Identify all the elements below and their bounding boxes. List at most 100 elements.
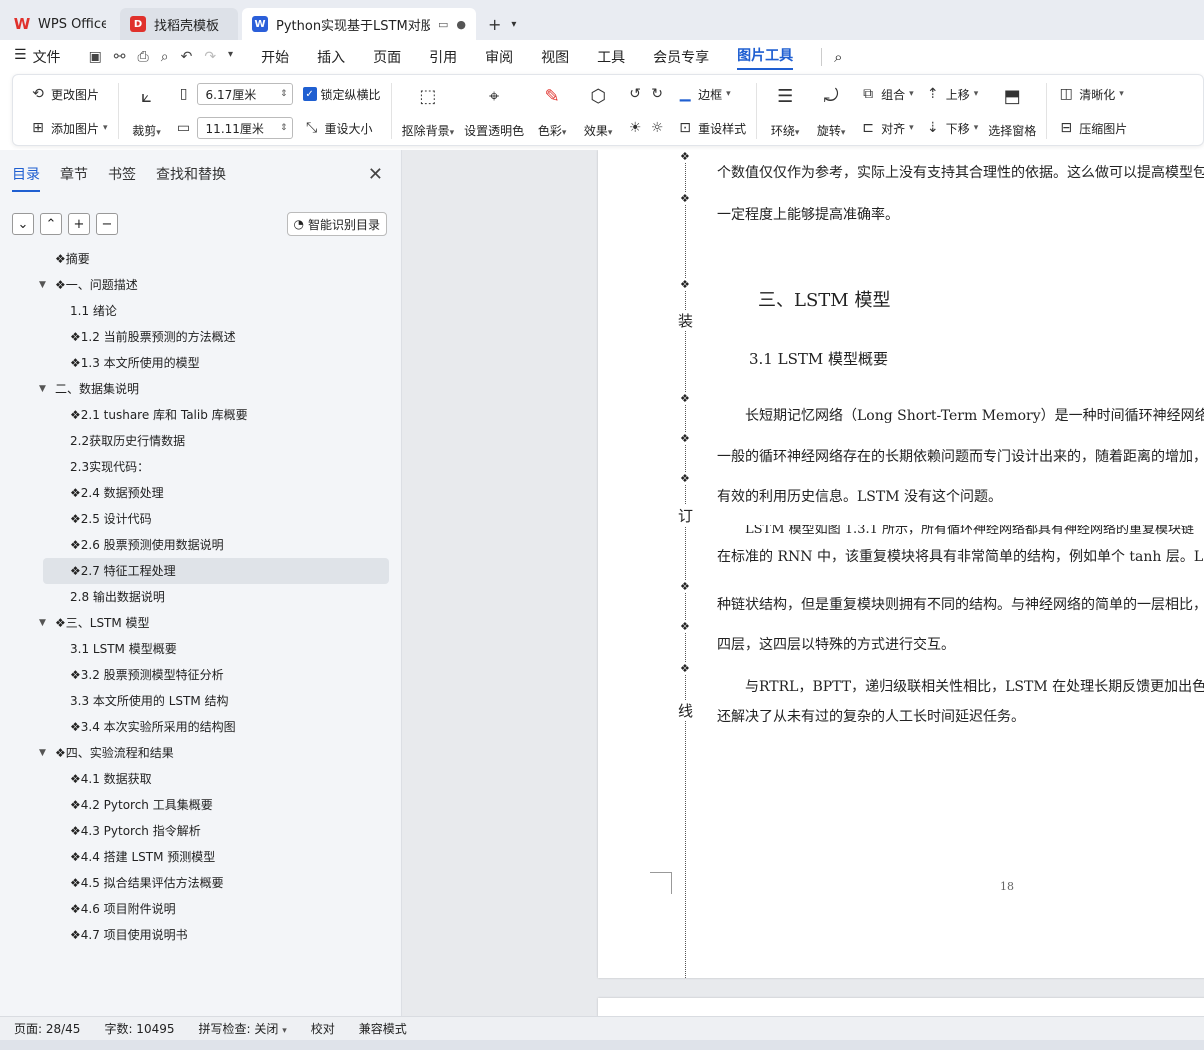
print-preview-icon[interactable]: ⌕ xyxy=(161,49,169,65)
reset-size-button[interactable]: ⤡ 重设大小 xyxy=(303,117,381,139)
tab-toc[interactable]: 目录 xyxy=(12,164,40,192)
text-line[interactable]: 还解决了从未有过的复杂的人工长时间延迟任务。 xyxy=(717,706,1025,726)
send-backward-button[interactable]: ⇣ 下移 ▾ xyxy=(924,117,978,139)
bring-forward-button[interactable]: ⇡ 上移 ▾ xyxy=(924,83,978,105)
search-icon[interactable]: ⌕ xyxy=(834,48,842,66)
toc-item[interactable]: ❖3.2 股票预测模型特征分析 xyxy=(0,662,402,688)
toc-item[interactable]: ❖4.4 搭建 LSTM 预测模型 xyxy=(0,844,402,870)
toc-item[interactable]: ❖2.1 tushare 库和 Talib 库概要 xyxy=(0,402,402,428)
chevron-down-icon[interactable]: ▾ xyxy=(228,49,233,65)
color-button[interactable]: ✎ 色彩▾ xyxy=(534,83,570,139)
tab-wps-office[interactable]: W WPS Office xyxy=(4,8,116,40)
toc-item[interactable]: 2.3实现代码： xyxy=(0,454,402,480)
brightness-down-icon[interactable]: ☼ xyxy=(648,119,666,137)
menu-page[interactable]: 页面 xyxy=(373,47,401,67)
next-page[interactable] xyxy=(598,998,1204,1016)
toc-item[interactable]: ❖1.3 本文所使用的模型 xyxy=(0,350,402,376)
toc-item[interactable]: 3.1 LSTM 模型概要 xyxy=(0,636,402,662)
toc-item[interactable]: ❖摘要 xyxy=(0,246,402,272)
text-line[interactable]: 一定程度上能够提高准确率。 xyxy=(717,204,899,224)
sharpen-button[interactable]: ◫ 清晰化 ▾ xyxy=(1057,83,1127,105)
toc-item[interactable]: ▼ 二、数据集说明 xyxy=(0,376,402,402)
share-link-icon[interactable]: ⚯ xyxy=(114,49,126,65)
menu-home[interactable]: 开始 xyxy=(261,47,289,67)
collapse-arrow-icon[interactable]: ▼ xyxy=(39,610,46,636)
rotate-right-icon[interactable]: ↻ xyxy=(648,85,666,103)
collapse-arrow-icon[interactable]: ▼ xyxy=(39,272,46,298)
tab-find-replace[interactable]: 查找和替换 xyxy=(156,164,226,192)
toc-item[interactable]: ▼ ❖三、LSTM 模型 xyxy=(0,610,402,636)
save-icon[interactable]: ▣ xyxy=(89,49,102,65)
wrap-button[interactable]: ☰ 环绕▾ xyxy=(767,83,803,139)
text-line[interactable]: 一般的循环神经网络存在的长期依赖问题而专门设计出来的，随着距离的增加，R xyxy=(717,446,1204,466)
expand-down-icon[interactable]: ⌄ xyxy=(12,213,34,235)
menu-picture-tools[interactable]: 图片工具 xyxy=(737,45,794,70)
set-transparent-button[interactable]: ⌖ 设置透明色 xyxy=(464,83,524,139)
lock-ratio-checkbox[interactable]: ✓ 锁定纵横比 xyxy=(302,83,381,105)
height-input[interactable]: 6.17厘米 ⇕ xyxy=(196,83,293,105)
border-button[interactable]: ▁ 边框 ▾ xyxy=(676,83,746,105)
text-line[interactable]: 有效的利用历史信息。LSTM 没有这个问题。 xyxy=(717,486,1002,506)
selection-pane-button[interactable]: ⬒ 选择窗格 xyxy=(988,83,1036,139)
spinner-icon[interactable]: ⇕ xyxy=(280,89,288,99)
close-icon[interactable]: ✕ xyxy=(368,164,383,185)
toc-item[interactable]: 2.2获取历史行情数据 xyxy=(0,428,402,454)
text-line[interactable]: 四层，这四层以特殊的方式进行交互。 xyxy=(717,634,955,654)
spinner-icon[interactable]: ⇕ xyxy=(280,123,288,133)
toc-item[interactable]: ❖4.3 Pytorch 指令解析 xyxy=(0,818,402,844)
toc-item[interactable]: ❖2.6 股票预测使用数据说明 xyxy=(0,532,402,558)
new-tab-icon[interactable]: + xyxy=(488,15,501,34)
rotate-left-icon[interactable]: ↺ xyxy=(626,85,644,103)
document-page[interactable]: ❖ ❖ ❖ 装 ❖ ❖ ❖ 订 ❖ ❖ ❖ 线 个数值仅仅作为参考，实际上没有支… xyxy=(598,150,1204,978)
menu-references[interactable]: 引用 xyxy=(429,47,457,67)
reset-style-button[interactable]: ⊡ 重设样式 xyxy=(676,117,746,139)
undo-icon[interactable]: ↶ xyxy=(181,49,193,65)
effects-button[interactable]: ⬡ 效果▾ xyxy=(580,83,616,139)
chevron-down-icon[interactable]: ▾ xyxy=(511,19,516,30)
file-menu[interactable]: ☰ 文件 xyxy=(14,47,61,67)
rotate-button[interactable]: ⤾ 旋转▾ xyxy=(813,83,849,139)
tab-chapters[interactable]: 章节 xyxy=(60,164,88,192)
width-input[interactable]: 11.11厘米 ⇕ xyxy=(196,117,293,139)
toc-item[interactable]: ❖2.4 数据预处理 xyxy=(0,480,402,506)
spell-check-toggle[interactable]: 拼写检查: 关闭 ▾ xyxy=(199,1020,287,1037)
menu-insert[interactable]: 插入 xyxy=(317,47,345,67)
page-indicator[interactable]: 页面: 28/45 xyxy=(14,1020,80,1037)
toc-item[interactable]: ❖4.5 拟合结果评估方法概要 xyxy=(0,870,402,896)
toc-item[interactable]: ❖2.7 特征工程处理 xyxy=(43,558,389,584)
toc-item[interactable]: 3.3 本文所使用的 LSTM 结构 xyxy=(0,688,402,714)
monitor-icon[interactable]: ▭ xyxy=(438,18,448,31)
toc-item[interactable]: 2.8 输出数据说明 xyxy=(0,584,402,610)
document-canvas[interactable]: ❖ ❖ ❖ 装 ❖ ❖ ❖ 订 ❖ ❖ ❖ 线 个数值仅仅作为参考，实际上没有支… xyxy=(402,150,1204,1016)
toc-item[interactable]: ❖1.2 当前股票预测的方法概述 xyxy=(0,324,402,350)
crop-button[interactable]: ⟀ 裁剪▾ xyxy=(129,83,165,139)
word-count[interactable]: 字数: 10495 xyxy=(104,1020,174,1037)
tab-bookmarks[interactable]: 书签 xyxy=(108,164,136,192)
collapse-arrow-icon[interactable]: ▼ xyxy=(39,376,46,402)
menu-view[interactable]: 视图 xyxy=(541,47,569,67)
text-line[interactable]: 在标准的 RNN 中，该重复模块将具有非常简单的结构，例如单个 tanh 层。L… xyxy=(717,546,1204,566)
remove-heading-icon[interactable]: − xyxy=(96,213,118,235)
align-button[interactable]: ⊏ 对齐 ▾ xyxy=(859,117,913,139)
text-line[interactable]: 与RTRL，BPTT，递归级联相关性相比，LSTM 在处理长期反馈更加出色，学得… xyxy=(745,676,1204,696)
compress-image-button[interactable]: ⊟ 压缩图片 xyxy=(1057,117,1127,139)
text-line[interactable]: 种链状结构，但是重复模块则拥有不同的结构。与神经网络的简单的一层相比，LS xyxy=(717,594,1204,614)
toc-item[interactable]: ▼ ❖一、问题描述 xyxy=(0,272,402,298)
toc-item[interactable]: ❖3.4 本次实验所采用的结构图 xyxy=(0,714,402,740)
text-line[interactable]: LSTM 模型如图 1.3.1 所示，所有循环神经网络都具有神经网络的重复模块链 xyxy=(745,525,1194,537)
toc-item[interactable]: ❖4.1 数据获取 xyxy=(0,766,402,792)
toc-item[interactable]: ❖4.7 项目使用说明书 xyxy=(0,922,402,948)
toc-item[interactable]: ❖4.2 Pytorch 工具集概要 xyxy=(0,792,402,818)
toc-item[interactable]: ▼ ❖四、实验流程和结果 xyxy=(0,740,402,766)
smart-toc-button[interactable]: ◔ 智能识别目录 xyxy=(286,212,387,236)
add-heading-icon[interactable]: + xyxy=(68,213,90,235)
collapse-arrow-icon[interactable]: ▼ xyxy=(39,740,46,766)
group-button[interactable]: ⧉ 组合 ▾ xyxy=(859,83,914,105)
remove-background-button[interactable]: ⬚ 抠除背景▾ xyxy=(402,83,455,139)
text-line[interactable]: 长短期记忆网络（Long Short-Term Memory）是一种时间循环神经… xyxy=(745,405,1204,425)
add-image-button[interactable]: ⊞ 添加图片 ▾ xyxy=(29,117,107,139)
proofread-button[interactable]: 校对 xyxy=(311,1020,335,1037)
menu-tools[interactable]: 工具 xyxy=(597,47,625,67)
tab-docer-templates[interactable]: D 找稻壳模板 xyxy=(120,8,238,40)
print-icon[interactable]: ⎙ xyxy=(138,49,149,65)
